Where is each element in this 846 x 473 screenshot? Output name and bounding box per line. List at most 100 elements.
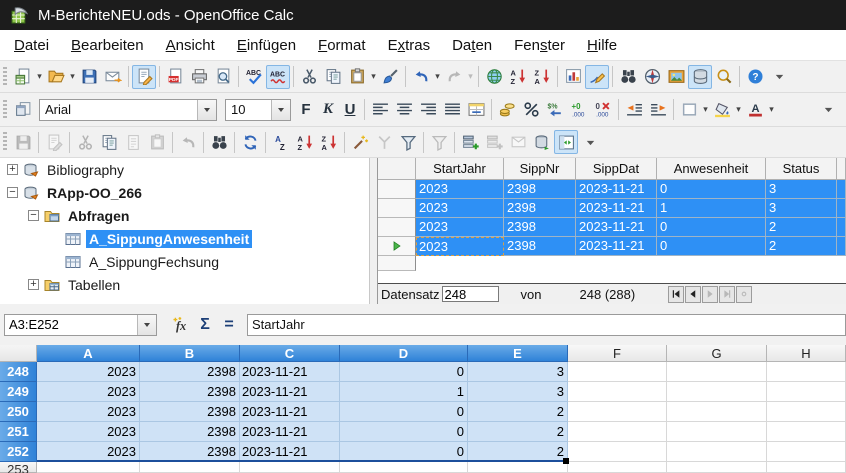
sort-descending-button[interactable]: ZA xyxy=(530,65,554,89)
data-cell[interactable]: 2398 xyxy=(504,199,576,218)
data-cell[interactable]: 2023 xyxy=(416,199,504,218)
open-button-dropdown[interactable]: ▾ xyxy=(68,71,77,82)
data-cell[interactable]: 2 xyxy=(766,218,837,237)
data-cell[interactable]: 2023 xyxy=(416,237,504,256)
menu-ansicht[interactable]: Ansicht xyxy=(155,30,226,60)
sheet-cell[interactable] xyxy=(667,462,767,473)
sheet-column-header-b[interactable]: B xyxy=(140,345,240,362)
sheet-cell[interactable]: 2023 xyxy=(37,402,140,422)
number-format-standard-button[interactable]: $% xyxy=(543,98,567,122)
font-color-button[interactable]: A xyxy=(743,98,767,122)
table-copy-button[interactable] xyxy=(97,130,121,154)
sheet-column-header-c[interactable]: C xyxy=(240,345,340,362)
refresh-button[interactable] xyxy=(238,130,262,154)
sheet-cell[interactable] xyxy=(767,462,846,473)
sheet-row-header-253[interactable]: 253 xyxy=(0,462,37,473)
sort-descending-data-button[interactable]: ZA xyxy=(317,130,341,154)
sheet-cell[interactable] xyxy=(568,402,667,422)
sheet-cell[interactable]: 0 xyxy=(340,362,468,382)
add-decimal-place-button[interactable]: +0.000 xyxy=(567,98,591,122)
find-replace-button[interactable] xyxy=(616,65,640,89)
sheet-cell[interactable] xyxy=(667,362,767,382)
sheet-cell[interactable] xyxy=(767,422,846,442)
row-selector[interactable] xyxy=(378,199,416,218)
formula-input-line[interactable]: StartJahr xyxy=(247,314,846,336)
sheet-cell[interactable]: 2398 xyxy=(140,402,240,422)
sheet-cell[interactable]: 2023 xyxy=(37,442,140,462)
borders-button[interactable] xyxy=(677,98,701,122)
gallery-button[interactable] xyxy=(664,65,688,89)
remove-filter-button[interactable] xyxy=(427,130,451,154)
font-color-button-dropdown[interactable]: ▾ xyxy=(767,104,776,115)
paste-button-dropdown[interactable]: ▾ xyxy=(369,71,378,82)
next-record-button[interactable] xyxy=(702,286,718,303)
column-header-startjahr[interactable]: StartJahr xyxy=(416,158,504,180)
menu-fenster[interactable]: Fenster xyxy=(503,30,576,60)
data-cell[interactable]: 2398 xyxy=(504,180,576,199)
column-header-status[interactable]: Status xyxy=(766,158,837,180)
selection-fill-handle[interactable] xyxy=(563,458,569,464)
sheet-column-header-g[interactable]: G xyxy=(667,345,767,362)
record-number-input[interactable] xyxy=(442,286,499,302)
menu-hilfe[interactable]: Hilfe xyxy=(576,30,628,60)
italic-button[interactable]: K xyxy=(317,98,339,122)
data-sources-button[interactable] xyxy=(688,65,712,89)
mail-merge-button[interactable] xyxy=(506,130,530,154)
data-cell[interactable]: 1 xyxy=(657,199,766,218)
hyperlink-button[interactable] xyxy=(482,65,506,89)
table-document-button[interactable] xyxy=(121,130,145,154)
number-format-percent-button[interactable] xyxy=(519,98,543,122)
sheet-cell[interactable]: 2023 xyxy=(37,422,140,442)
data-cell[interactable]: 2023-11-21 xyxy=(576,218,657,237)
column-header-sippnr[interactable]: SippNr xyxy=(504,158,576,180)
data-cell[interactable]: 2023 xyxy=(416,180,504,199)
sheet-cell[interactable] xyxy=(568,362,667,382)
sheet-cell[interactable]: 2023-11-21 xyxy=(240,362,340,382)
align-justified-button[interactable] xyxy=(440,98,464,122)
expand-icon[interactable]: + xyxy=(7,164,18,175)
sheet-cell[interactable]: 1 xyxy=(340,382,468,402)
bold-button[interactable]: F xyxy=(295,98,317,122)
sum-button[interactable]: Σ xyxy=(193,313,217,337)
sort-ascending-button[interactable]: AZ xyxy=(506,65,530,89)
previous-record-button[interactable] xyxy=(685,286,701,303)
pane-splitter[interactable] xyxy=(370,158,377,304)
sheet-cell[interactable] xyxy=(240,462,340,473)
number-format-currency-button[interactable] xyxy=(495,98,519,122)
cut-button[interactable] xyxy=(297,65,321,89)
tabledata-toolbar-overflow-button[interactable] xyxy=(578,130,602,154)
toolbar-grip[interactable] xyxy=(3,132,7,152)
underline-button[interactable]: U xyxy=(339,98,361,122)
font-size-combo[interactable]: 10 xyxy=(225,99,291,121)
align-center-button[interactable] xyxy=(392,98,416,122)
expand-icon[interactable]: + xyxy=(28,279,39,290)
menu-datei[interactable]: Datei xyxy=(3,30,60,60)
sheet-cell[interactable]: 2023-11-21 xyxy=(240,422,340,442)
background-color-button-dropdown[interactable]: ▾ xyxy=(734,104,743,115)
show-draw-functions-button[interactable] xyxy=(585,65,609,89)
data-source-of-current-document-button[interactable] xyxy=(530,130,554,154)
data-cell[interactable]: 2398 xyxy=(504,218,576,237)
sheet-column-header-d[interactable]: D xyxy=(340,345,468,362)
undo-button[interactable] xyxy=(409,65,433,89)
print-button[interactable] xyxy=(187,65,211,89)
name-box[interactable] xyxy=(4,314,157,336)
align-right-button[interactable] xyxy=(416,98,440,122)
menu-format[interactable]: Format xyxy=(307,30,377,60)
sheet-cell[interactable] xyxy=(37,462,140,473)
column-header-anwesenheit[interactable]: Anwesenheit xyxy=(657,158,766,180)
row-selector[interactable] xyxy=(378,218,416,237)
tree-item-abfragen[interactable]: −Abfragen xyxy=(0,204,369,227)
sheet-cell[interactable]: 2398 xyxy=(140,422,240,442)
sort-ascending-data-button[interactable]: AZ xyxy=(293,130,317,154)
sheet-column-header-f[interactable]: F xyxy=(568,345,667,362)
sheet-cell[interactable] xyxy=(568,382,667,402)
row-selector[interactable] xyxy=(378,237,416,256)
menu-bearbeiten[interactable]: Bearbeiten xyxy=(60,30,155,60)
sheet-cell[interactable] xyxy=(767,362,846,382)
font-name-combo[interactable]: Arial xyxy=(39,99,217,121)
sheet-cell[interactable]: 2 xyxy=(468,442,568,462)
autofilter-button[interactable] xyxy=(348,130,372,154)
undo-data-entry-button[interactable] xyxy=(176,130,200,154)
sheet-cell[interactable] xyxy=(568,442,667,462)
